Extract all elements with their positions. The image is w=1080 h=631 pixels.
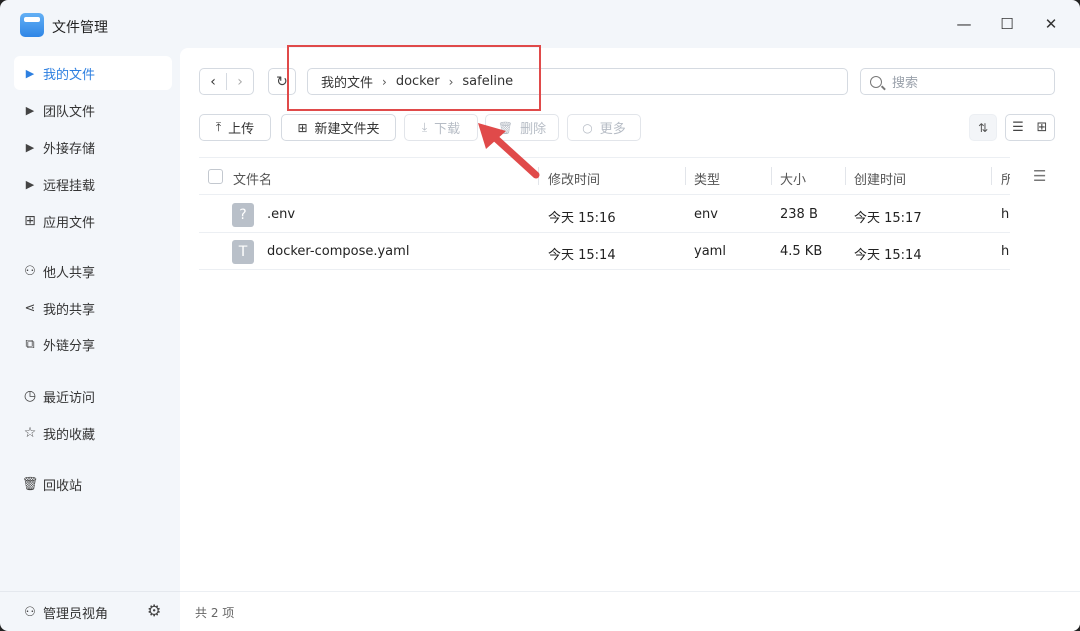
sidebar-item-shared-with-me[interactable]: ⚇ 他人共享 <box>14 254 172 288</box>
file-size: 4.5 KB <box>780 244 823 259</box>
star-icon: ☆ <box>23 425 37 441</box>
sidebar-footer: ⚇ 管理员视角 ⚙ <box>0 591 180 631</box>
file-type: yaml <box>694 244 726 259</box>
sidebar-item-link-shares[interactable]: ⧉ 外链分享 <box>14 327 172 361</box>
download-label: 下载 <box>434 122 461 137</box>
table-row[interactable]: ? .env 今天 15:16 env 238 B 今天 15:17 h <box>199 196 1010 233</box>
download-button[interactable]: ⤓ 下载 <box>404 114 478 141</box>
file-type: env <box>694 207 718 222</box>
close-button[interactable]: ✕ <box>1039 12 1063 36</box>
file-modified: 今天 15:16 <box>548 211 616 226</box>
sidebar-item-label: 外链分享 <box>43 338 96 354</box>
file-modified: 今天 15:14 <box>548 248 616 263</box>
main-panel: ‹ › ↻ 我的文件 › docker › safeline 搜索 ⤒ 上传 ⊞… <box>180 48 1080 591</box>
column-header-size[interactable]: 大小 <box>780 169 806 188</box>
view-toggle: ☰ ⊞ <box>1005 114 1055 141</box>
gear-icon[interactable]: ⚙ <box>147 601 161 620</box>
column-settings-icon[interactable]: ☰ <box>1033 167 1046 185</box>
upload-icon: ⤒ <box>215 120 222 134</box>
text-file-icon: T <box>232 240 254 264</box>
upload-label: 上传 <box>228 122 255 137</box>
link-share-icon: ⧉ <box>25 336 35 352</box>
select-all-checkbox[interactable] <box>208 169 223 184</box>
column-header-name[interactable]: 文件名 <box>233 169 272 188</box>
trash-icon: 🗑 <box>21 476 39 492</box>
sidebar-item-label: 我的文件 <box>43 67 96 83</box>
sidebar-item-label: 最近访问 <box>43 390 96 406</box>
list-view-icon[interactable]: ☰ <box>1006 120 1030 135</box>
folder-plus-icon: ⊞ <box>297 120 308 135</box>
table-row[interactable]: T docker-compose.yaml 今天 15:14 yaml 4.5 … <box>199 233 1010 270</box>
sidebar-item-my-files[interactable]: ▶ 我的文件 <box>14 56 172 90</box>
share-icon: ⋖ <box>24 300 36 316</box>
sidebar-item-label: 我的共享 <box>43 302 96 318</box>
sidebar: ▶ 我的文件 ▶ 团队文件 ▶ 外接存储 ▶ 远程挂载 ⊞ 应用文件 ⚇ 他人共… <box>0 48 180 631</box>
file-created: 今天 15:14 <box>854 248 922 263</box>
file-owner: h <box>1001 244 1010 259</box>
more-label: 更多 <box>599 122 626 137</box>
forward-button[interactable]: › <box>227 74 253 90</box>
upload-button[interactable]: ⤒ 上传 <box>199 114 271 141</box>
caret-right-icon: ▶ <box>25 177 35 191</box>
column-header-created[interactable]: 创建时间 <box>854 169 906 188</box>
sidebar-item-label: 他人共享 <box>43 265 96 281</box>
status-bar: 共 2 项 <box>180 591 1080 631</box>
sidebar-item-remote-mount[interactable]: ▶ 远程挂载 <box>14 167 172 201</box>
users-icon: ⚇ <box>24 263 36 279</box>
user-icon: ⚇ <box>24 604 36 620</box>
sidebar-item-label: 远程挂载 <box>43 178 96 194</box>
clock-icon: ◷ <box>23 388 37 404</box>
minimize-button[interactable]: — <box>952 12 976 36</box>
annotation-highlight-box <box>287 45 541 111</box>
sidebar-item-app-files[interactable]: ⊞ 应用文件 <box>14 204 172 238</box>
app-title: 文件管理 <box>52 20 108 36</box>
caret-right-icon: ▶ <box>25 66 35 80</box>
sidebar-item-team-files[interactable]: ▶ 团队文件 <box>14 93 172 127</box>
sidebar-item-favorites[interactable]: ☆ 我的收藏 <box>14 416 172 450</box>
item-count: 共 2 项 <box>195 606 235 620</box>
sidebar-item-recycle-bin[interactable]: 🗑 回收站 <box>14 467 172 501</box>
caret-right-icon: ▶ <box>25 140 35 154</box>
file-created: 今天 15:17 <box>854 211 922 226</box>
sidebar-item-label: 我的收藏 <box>43 427 96 443</box>
grid-view-icon[interactable]: ⊞ <box>1030 120 1054 135</box>
search-input[interactable]: 搜索 <box>860 68 1055 95</box>
sidebar-item-external-storage[interactable]: ▶ 外接存储 <box>14 130 172 164</box>
caret-right-icon: ▶ <box>25 103 35 117</box>
table-header: 文件名 修改时间 类型 大小 创建时间 所 <box>199 157 1010 195</box>
sidebar-item-my-shares[interactable]: ⋖ 我的共享 <box>14 291 172 325</box>
nav-buttons: ‹ › <box>199 68 254 95</box>
sort-icon: ⇅ <box>977 120 989 135</box>
unknown-file-icon: ? <box>232 203 254 227</box>
file-size: 238 B <box>780 207 818 222</box>
file-name[interactable]: docker-compose.yaml <box>267 244 409 259</box>
annotation-arrow-icon <box>478 123 540 179</box>
file-name[interactable]: .env <box>267 207 295 222</box>
search-placeholder: 搜索 <box>892 76 919 91</box>
search-icon <box>870 75 882 88</box>
column-header-owner[interactable]: 所 <box>1001 169 1010 188</box>
file-owner: h <box>1001 207 1010 222</box>
file-manager-window: 文件管理 — ☐ ✕ ▶ 我的文件 ▶ 团队文件 ▶ 外接存储 ▶ 远程挂载 ⊞… <box>0 0 1080 631</box>
back-button[interactable]: ‹ <box>200 74 226 90</box>
sidebar-item-label: 应用文件 <box>43 215 96 231</box>
maximize-button[interactable]: ☐ <box>995 12 1019 36</box>
new-folder-label: 新建文件夹 <box>314 122 380 137</box>
column-header-type[interactable]: 类型 <box>694 169 720 188</box>
column-header-modified[interactable]: 修改时间 <box>548 169 600 188</box>
more-button[interactable]: ○ 更多 <box>567 114 641 141</box>
sidebar-item-label: 回收站 <box>43 478 83 494</box>
sort-button[interactable]: ⇅ <box>969 114 997 141</box>
folder-app-icon <box>20 13 44 37</box>
sidebar-item-label: 团队文件 <box>43 104 96 120</box>
sidebar-item-label: 外接存储 <box>43 141 96 157</box>
sidebar-item-recent[interactable]: ◷ 最近访问 <box>14 379 172 413</box>
more-circle-icon: ○ <box>582 120 593 135</box>
title-bar: 文件管理 — ☐ ✕ <box>0 0 1080 48</box>
grid-icon: ⊞ <box>24 213 36 229</box>
download-icon: ⤓ <box>421 120 428 134</box>
admin-view-label: 管理员视角 <box>43 606 109 622</box>
new-folder-button[interactable]: ⊞ 新建文件夹 <box>281 114 396 141</box>
